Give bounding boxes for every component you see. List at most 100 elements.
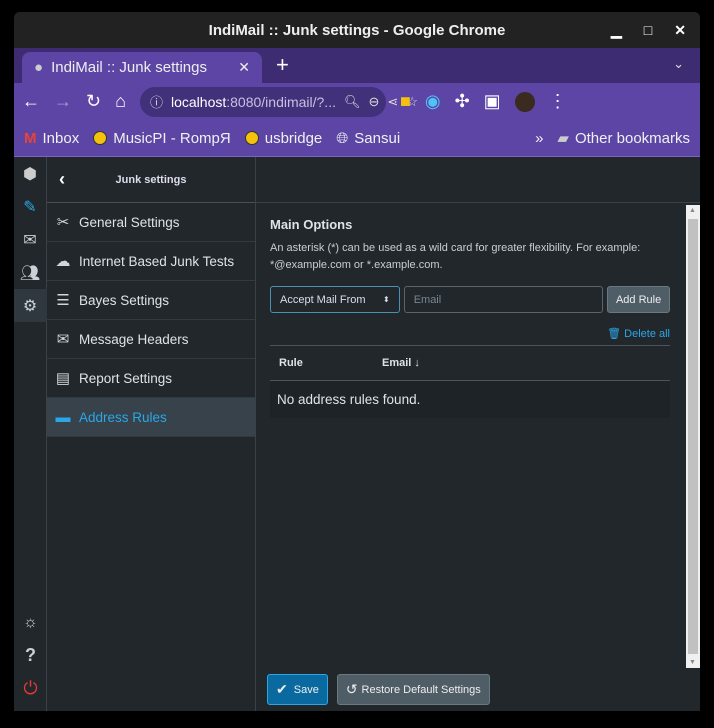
info-icon[interactable]: ⓘ xyxy=(150,92,163,111)
theme-icon[interactable]: ☼ xyxy=(14,606,47,639)
empty-message: No address rules found. xyxy=(270,381,670,418)
bookmark-label: usbridge xyxy=(264,129,323,147)
main-panel: Main Options An asterisk (*) can be used… xyxy=(256,157,700,711)
column-rule[interactable]: Rule xyxy=(270,357,382,369)
help-icon[interactable]: ? xyxy=(14,639,47,672)
play-icon xyxy=(93,131,108,145)
tab-strip: ● IndiMail :: Junk settings ✕ + ⌄ xyxy=(14,48,700,83)
scroll-thumb[interactable] xyxy=(688,219,698,654)
bookmark-label: Sansui xyxy=(354,129,401,147)
home-icon[interactable]: ⌂ xyxy=(115,91,126,112)
close-icon[interactable]: ✕ xyxy=(674,22,686,39)
item-label: Report Settings xyxy=(79,370,173,386)
tab-title: IndiMail :: Junk settings xyxy=(51,59,207,76)
sidebar-item-internet-tests[interactable]: ☁ Internet Based Junk Tests xyxy=(47,242,255,281)
logout-icon[interactable]: ⏻ xyxy=(14,672,47,705)
document-icon: ▤ xyxy=(55,370,71,387)
item-label: Message Headers xyxy=(79,331,189,347)
email-placeholder: Email xyxy=(413,293,442,306)
settings-icon[interactable]: ⚙ xyxy=(14,289,47,322)
settings-sidebar: ‹ Junk settings ✂ General Settings ☁ Intern… xyxy=(47,157,256,711)
new-tab-button[interactable]: + xyxy=(276,52,289,78)
zoom-out-icon[interactable]: ⊖ xyxy=(369,94,380,110)
scrollbar[interactable]: ▲ ▼ xyxy=(686,205,700,668)
item-label: Address Rules xyxy=(79,409,167,425)
minimize-icon[interactable]: ▁ xyxy=(611,22,622,39)
url-host: localhost xyxy=(170,93,227,110)
compose-icon[interactable]: ✎ xyxy=(14,190,47,223)
play-icon xyxy=(244,131,259,145)
bookmark-label: Other bookmarks xyxy=(574,129,690,147)
contacts-icon[interactable]: 👥︎ xyxy=(14,256,47,289)
bookmark-sansui[interactable]: 🌐︎ Sansui xyxy=(336,130,400,147)
restore-defaults-button[interactable]: ↺ Restore Default Settings xyxy=(336,674,490,705)
extension-icon[interactable]: ◉ xyxy=(425,91,441,112)
sidepanel-icon[interactable]: ▣ xyxy=(484,91,501,112)
delete-all-button[interactable]: 🗑︎ Delete all xyxy=(270,327,670,340)
title-bar: IndiMail :: Junk settings - Google Chrom… xyxy=(14,12,700,48)
other-bookmarks[interactable]: ▰ Other bookmarks xyxy=(557,129,690,148)
address-card-icon: ▬ xyxy=(55,408,71,426)
sidebar-title: Junk settings xyxy=(115,173,187,186)
database-icon: ☰ xyxy=(56,292,70,309)
sidebar-item-address-rules[interactable]: ▬ Address Rules xyxy=(47,398,255,437)
main-header xyxy=(256,157,700,203)
column-email[interactable]: Email ↓ xyxy=(382,357,420,369)
webmail-app: ⬢ ✎ ✉ 👥︎ ⚙ ☼ ? ⏻ ‹ Junk settings ✂ General… xyxy=(14,157,700,711)
item-label: General Settings xyxy=(79,214,180,230)
sort-arrows-icon: ⬍ xyxy=(382,295,390,304)
item-label: Bayes Settings xyxy=(79,292,170,308)
menu-icon[interactable]: ⋮ xyxy=(549,91,567,112)
section-heading: Main Options xyxy=(270,217,353,232)
add-rule-button[interactable]: Add Rule xyxy=(607,286,670,313)
scroll-down-icon[interactable]: ▼ xyxy=(689,659,696,666)
email-input[interactable]: Email xyxy=(403,286,604,313)
bookmark-musicpi[interactable]: MusicPI - RompЯ xyxy=(93,130,231,147)
url-path: :8080/indimail/?... xyxy=(226,93,336,110)
sidebar-item-report[interactable]: ▤ Report Settings xyxy=(47,359,255,398)
save-label: Save xyxy=(293,683,319,696)
check-icon: ✔ xyxy=(276,681,288,697)
tab-search-chevron-icon[interactable]: ⌄ xyxy=(673,56,684,72)
bookmark-inbox[interactable]: M Inbox xyxy=(24,130,79,147)
bookmarks-bar: M Inbox MusicPI - RompЯ usbridge 🌐︎ Sansui… xyxy=(14,120,700,157)
globe-icon: 🌐︎ xyxy=(336,129,349,147)
rule-type-select[interactable]: Accept Mail From ⬍ xyxy=(270,286,400,313)
folder-icon: ▰ xyxy=(557,130,569,147)
maximize-icon[interactable]: □ xyxy=(644,22,652,38)
bookmark-label: Inbox xyxy=(42,129,80,147)
bookmark-label: MusicPI - RompЯ xyxy=(113,129,231,147)
avatar[interactable] xyxy=(514,91,535,112)
browser-toolbar: ← → ↻ ⌂ ⓘ localhost:8080/indimail/?... 🔍… xyxy=(14,83,700,120)
more-bookmarks-icon[interactable]: » xyxy=(535,130,543,147)
forward-icon[interactable]: → xyxy=(54,91,72,112)
mail-icon[interactable]: ✉ xyxy=(14,223,47,256)
puzzle-icon[interactable]: ✣ xyxy=(455,91,470,112)
sidebar-item-bayes[interactable]: ☰ Bayes Settings xyxy=(47,281,255,320)
back-chevron-icon[interactable]: ‹ xyxy=(59,169,65,190)
logo-icon[interactable]: ⬢ xyxy=(14,157,47,190)
bookmark-usbridge[interactable]: usbridge xyxy=(244,129,323,147)
hint-text: An asterisk (*) can be used as a wild ca… xyxy=(270,242,641,271)
save-button[interactable]: ✔ Save xyxy=(267,674,328,705)
back-icon[interactable]: ← xyxy=(22,91,40,112)
sidebar-item-headers[interactable]: ✉ Message Headers xyxy=(47,320,255,359)
share-icon[interactable]: ⋖ xyxy=(387,94,398,110)
search-icon[interactable]: 🔍︎ xyxy=(344,94,361,110)
scroll-up-icon[interactable]: ▲ xyxy=(689,207,696,214)
item-label: Internet Based Junk Tests xyxy=(79,253,235,269)
window-title: IndiMail :: Junk settings - Google Chrom… xyxy=(208,21,506,39)
cloud-icon: ☁ xyxy=(55,253,71,270)
undo-icon: ↺ xyxy=(345,681,358,697)
sidebar-item-general[interactable]: ✂ General Settings xyxy=(47,203,255,242)
address-bar[interactable]: ⓘ localhost:8080/indimail/?... 🔍︎ ⊖ ⋖ ☆ xyxy=(139,86,418,117)
tools-icon: ✂ xyxy=(56,214,70,231)
restore-label: Restore Default Settings xyxy=(361,683,481,696)
tab-close-icon[interactable]: ✕ xyxy=(238,59,250,76)
trash-icon: 🗑︎ xyxy=(607,328,622,340)
favicon-icon: ● xyxy=(34,59,44,76)
gmail-icon: M xyxy=(24,129,37,147)
keep-extension-icon[interactable]: ■ xyxy=(400,91,411,112)
reload-icon[interactable]: ↻ xyxy=(86,91,101,112)
browser-tab[interactable]: ● IndiMail :: Junk settings ✕ xyxy=(22,52,262,83)
